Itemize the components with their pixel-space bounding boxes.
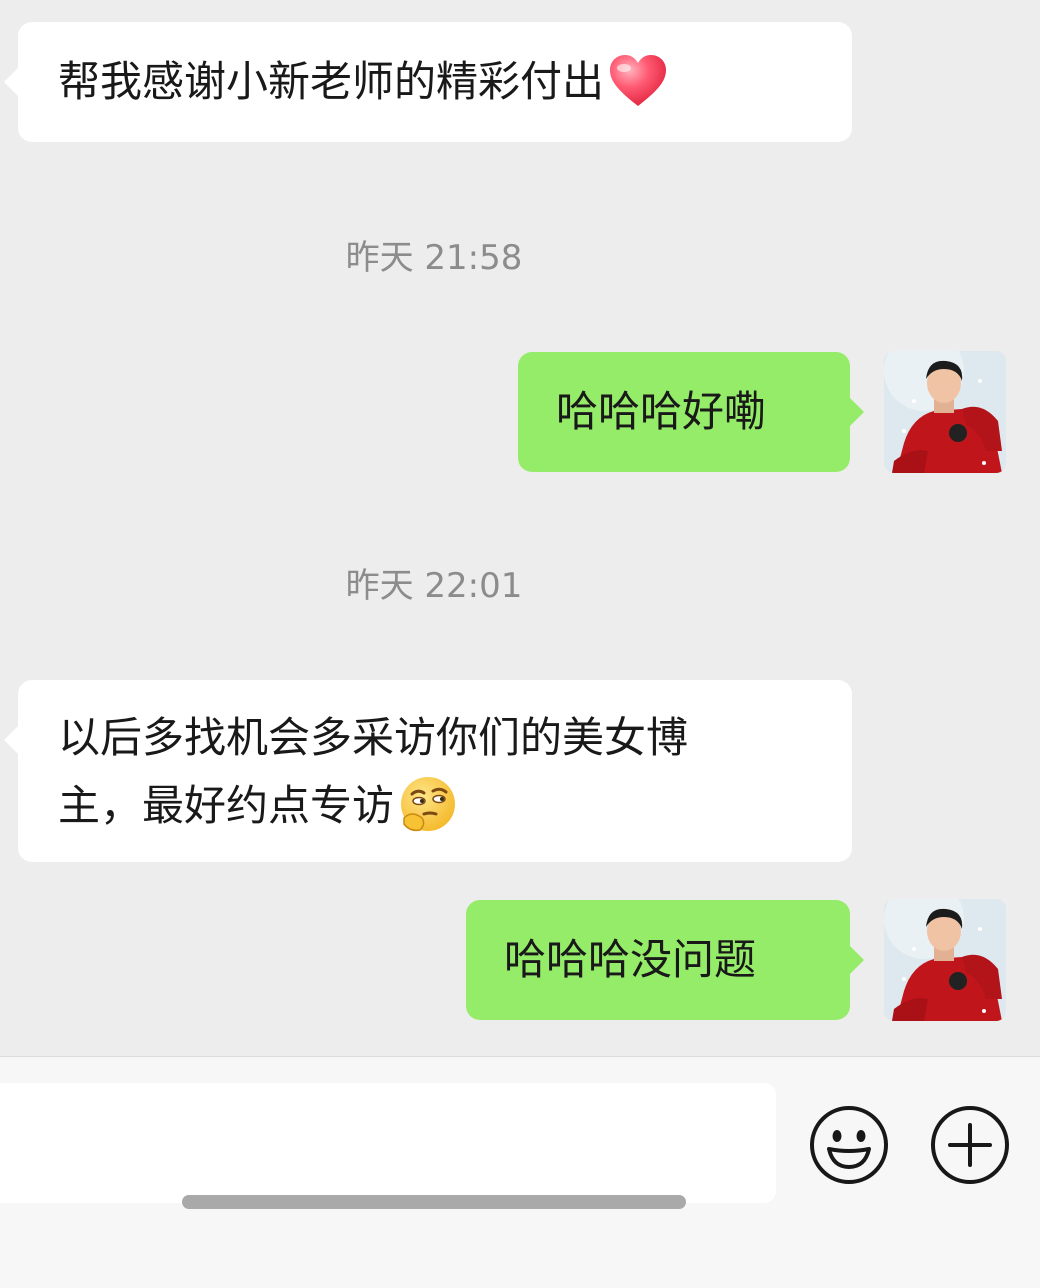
bubble-tail — [850, 398, 864, 426]
input-bar — [0, 1056, 1040, 1288]
emoji-button[interactable] — [809, 1105, 889, 1185]
plus-circle-icon — [931, 1106, 1009, 1184]
message-text: 哈哈哈没问题 — [504, 935, 757, 984]
bubble-tail — [850, 946, 864, 974]
outgoing-message-bubble[interactable]: 哈哈哈没问题 — [466, 900, 864, 1020]
message-text-line: 以后多找机会多采访你们的美女博 — [58, 713, 689, 762]
incoming-message-bubble[interactable]: 帮我感谢小新老师的精彩付出 — [4, 22, 852, 142]
user-avatar[interactable] — [884, 899, 1006, 1021]
message-input-container[interactable] — [0, 1083, 776, 1203]
bubble-tail — [4, 726, 18, 754]
message-text-line: 主，最好约点专访 — [58, 781, 395, 830]
message-text: 帮我感谢小新老师的精彩付出 — [58, 57, 605, 106]
outgoing-message-bubble[interactable]: 哈哈哈好嘞 — [518, 352, 864, 472]
incoming-message-bubble[interactable]: 以后多找机会多采访你们的美女博 主，最好约点专访 — [4, 680, 852, 862]
message-text: 哈哈哈好嘞 — [556, 387, 767, 436]
bubble-tail — [4, 68, 18, 96]
user-avatar[interactable] — [884, 351, 1006, 473]
more-button[interactable] — [930, 1105, 1010, 1185]
smiley-face-icon — [810, 1106, 888, 1184]
timestamp: 昨天 21:58 — [345, 238, 523, 278]
home-indicator[interactable] — [182, 1195, 686, 1209]
avatar-photo — [884, 351, 1006, 473]
avatar-photo — [884, 899, 1006, 1021]
thinking-face-emoji-icon — [401, 776, 456, 831]
chat-area[interactable]: 帮我感谢小新老师的精彩付出 昨天 21:58 哈哈哈好嘞 昨天 22:01 以后… — [0, 0, 1040, 1056]
timestamp: 昨天 22:01 — [345, 566, 523, 606]
red-heart-emoji-icon — [610, 54, 667, 106]
message-input[interactable] — [0, 1083, 776, 1203]
